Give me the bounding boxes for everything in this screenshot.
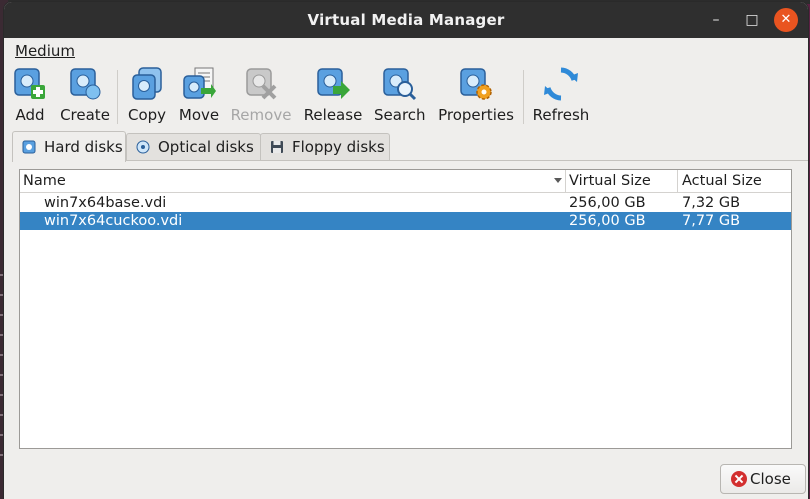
search-button[interactable]: Search [374, 66, 426, 128]
media-list[interactable]: Name Virtual Size Actual Size win7x64bas… [19, 169, 792, 449]
table-row[interactable]: win7x64base.vdi 256,00 GB 7,32 GB [20, 194, 791, 212]
toolbar-separator [523, 70, 524, 124]
maximize-button[interactable]: □ [740, 8, 764, 32]
column-divider [677, 170, 678, 192]
virtual-size: 256,00 GB [569, 195, 646, 211]
remove-button[interactable]: Remove [230, 66, 292, 128]
close-button[interactable]: Close [720, 464, 806, 494]
refresh-icon [544, 67, 578, 101]
close-window-button[interactable]: ✕ [774, 8, 798, 32]
minimize-button[interactable]: – [704, 8, 728, 32]
add-label: Add [15, 106, 45, 124]
table-header: Name Virtual Size Actual Size [20, 170, 791, 193]
menu-medium-label: Medium [15, 42, 75, 60]
disk-remove-icon [246, 68, 277, 100]
release-label: Release [303, 106, 363, 124]
disk-copy-icon [132, 67, 162, 100]
search-label: Search [374, 106, 426, 124]
sort-descending-icon [554, 178, 562, 183]
disk-create-icon [70, 68, 101, 100]
column-header-name[interactable]: Name [23, 173, 66, 189]
toolbar: Add Create Copy Move Remove Release Sear… [4, 62, 808, 130]
properties-label: Properties [438, 106, 514, 124]
release-button[interactable]: Release [302, 66, 364, 128]
tab-optical-disks-label: Optical disks [158, 138, 254, 156]
create-button[interactable]: Create [59, 66, 111, 128]
move-button[interactable]: Move [178, 66, 220, 128]
column-header-actual-size[interactable]: Actual Size [682, 173, 762, 189]
tab-floppy-disks-label: Floppy disks [292, 138, 385, 156]
hard-disk-icon [22, 140, 36, 154]
actual-size: 7,77 GB [682, 213, 741, 229]
disk-properties-icon [460, 68, 492, 100]
actual-size: 7,32 GB [682, 195, 741, 211]
virtual-media-manager-window: Virtual Media Manager – □ ✕ Medium Add C… [4, 2, 808, 499]
column-header-virtual-size[interactable]: Virtual Size [569, 173, 651, 189]
refresh-label: Refresh [532, 106, 590, 124]
disk-name: win7x64cuckoo.vdi [44, 213, 183, 229]
tab-hard-disks-label: Hard disks [44, 138, 123, 156]
disk-add-icon [14, 68, 45, 99]
floppy-disk-icon [271, 141, 283, 153]
column-divider [565, 170, 566, 192]
refresh-button[interactable]: Refresh [532, 66, 590, 128]
move-label: Move [178, 106, 220, 124]
properties-button[interactable]: Properties [436, 66, 516, 128]
media-tabs: Hard disks Optical disks Floppy disks [4, 131, 808, 162]
tab-floppy-disks[interactable]: Floppy disks [260, 133, 390, 160]
optical-disk-icon [136, 140, 150, 154]
close-circle-icon [731, 471, 747, 487]
close-button-label: Close [750, 470, 791, 488]
copy-button[interactable]: Copy [126, 66, 168, 128]
remove-label: Remove [230, 106, 292, 124]
disk-move-icon [183, 67, 216, 99]
title-bar[interactable]: Virtual Media Manager – □ ✕ [4, 2, 808, 38]
menu-medium[interactable]: Medium [15, 42, 75, 60]
tab-optical-disks[interactable]: Optical disks [126, 133, 261, 160]
copy-label: Copy [127, 106, 167, 124]
virtual-size: 256,00 GB [569, 213, 646, 229]
tab-hard-disks[interactable]: Hard disks [12, 131, 126, 162]
disk-search-icon [383, 68, 417, 101]
add-button[interactable]: Add [10, 66, 50, 128]
window-title: Virtual Media Manager [307, 11, 505, 29]
menu-bar: Medium [4, 38, 808, 62]
create-label: Create [60, 106, 110, 124]
table-row-selected[interactable]: win7x64cuckoo.vdi 256,00 GB 7,77 GB [20, 212, 791, 230]
disk-name: win7x64base.vdi [44, 195, 167, 211]
toolbar-separator [117, 70, 118, 124]
disk-release-icon [317, 68, 350, 99]
